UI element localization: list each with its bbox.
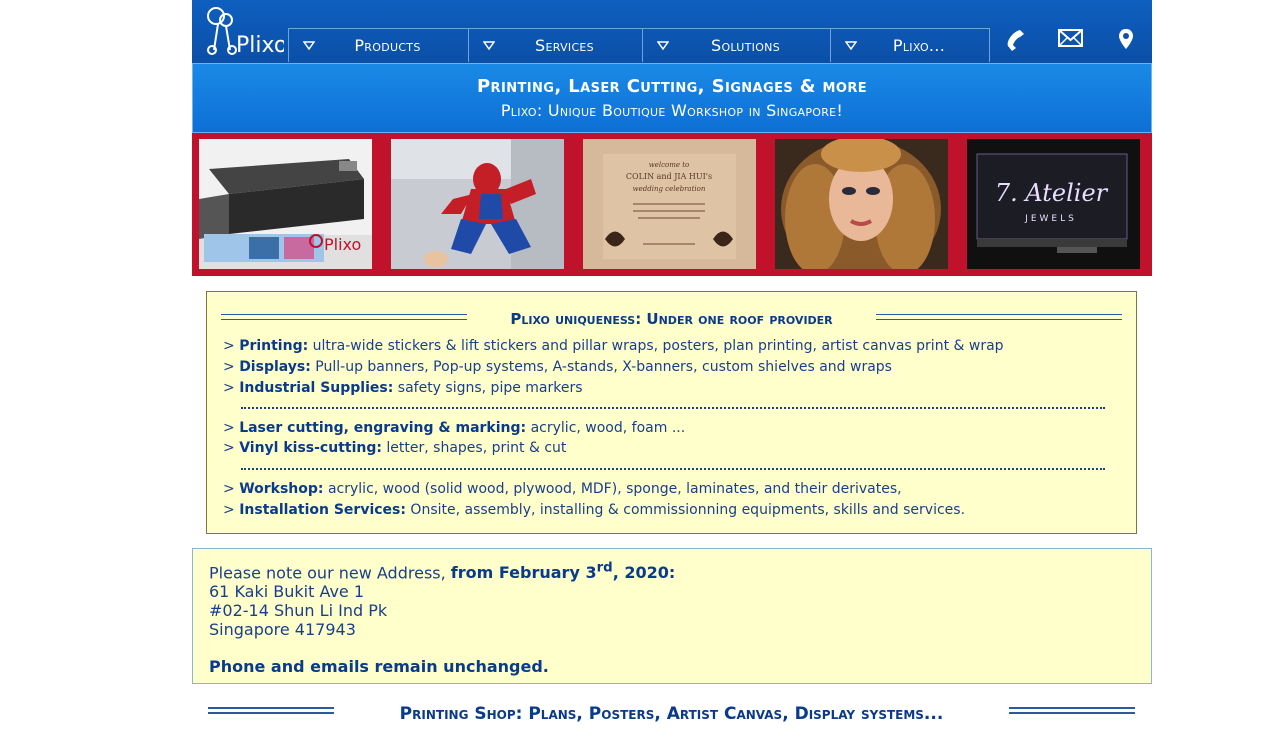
mail-icon[interactable] <box>1058 28 1084 48</box>
sign-line-tag: JEWELS <box>1024 214 1077 224</box>
chevron-down-icon <box>657 41 669 50</box>
chevron-down-icon <box>483 41 495 50</box>
address-intro: Please note our new Address, <box>209 563 446 583</box>
nav-item-plixo[interactable]: Plixo... <box>830 28 990 62</box>
bullet: > <box>223 359 235 375</box>
address-line-2: #02-14 Shun Li Ind Pk <box>209 601 388 620</box>
feature-title: Vinyl kiss-cutting: <box>239 440 382 456</box>
address-date-sup: rd <box>596 561 613 576</box>
feature-text: acrylic, wood (solid wood, plywood, MDF)… <box>327 481 902 497</box>
main-nav: Plixo Products Services Solutions Plixo.… <box>192 0 1152 63</box>
nav-item-label: Solutions <box>711 36 780 55</box>
feature-text: safety signs, pipe markers <box>397 380 583 396</box>
feature-item-installation: > Installation Services: Onsite, assembl… <box>223 502 965 518</box>
printing-shop-heading-text: Printing Shop: Plans, Posters, Artist Ca… <box>399 704 944 724</box>
feature-title: Industrial Supplies: <box>239 380 394 396</box>
page-wrapper: Plixo Products Services Solutions Plixo.… <box>192 0 1152 276</box>
bullet: > <box>223 440 235 456</box>
bullet: > <box>223 338 235 354</box>
chevron-down-icon <box>303 41 315 50</box>
address-date-suffix: , 2020: <box>612 563 676 583</box>
feature-item-laser: > Laser cutting, engraving & marking: ac… <box>223 420 685 436</box>
address-intro-line: Please note our new Address, from Februa… <box>209 561 675 582</box>
nav-item-products[interactable]: Products <box>288 28 468 62</box>
printer-photo-watermark: Plixo <box>324 235 361 254</box>
bullet: > <box>223 380 235 396</box>
feature-title: Printing: <box>239 338 309 354</box>
portrait-canvas-photo[interactable] <box>775 139 948 269</box>
location-icon[interactable] <box>1118 28 1134 50</box>
tagline-banner: Printing, Laser Cutting, Signages & more… <box>192 63 1152 133</box>
feature-item-printing: > Printing: ultra-wide stickers & lift s… <box>223 338 1004 354</box>
feature-text: letter, shapes, print & cut <box>386 440 567 456</box>
plixo-logo[interactable]: Plixo <box>204 4 284 58</box>
feature-title: Workshop: <box>239 481 324 497</box>
contact-note: Phone and emails remain unchanged. <box>209 657 549 676</box>
feature-item-industrial: > Industrial Supplies: safety signs, pip… <box>223 380 583 396</box>
uniqueness-box: Plixo uniqueness: Under one roof provide… <box>206 291 1137 534</box>
phone-icon[interactable] <box>1004 28 1030 52</box>
acrylic-sign-photo[interactable]: 7. Atelier JEWELS <box>967 139 1140 269</box>
dotted-divider <box>241 407 1105 409</box>
feature-item-workshop: > Workshop: acrylic, wood (solid wood, p… <box>223 481 902 497</box>
feature-text: ultra-wide stickers & lift stickers and … <box>312 338 1004 354</box>
nav-item-label: Products <box>354 36 421 55</box>
sign-line-brand: 7. Atelier <box>995 179 1109 207</box>
feature-item-displays: > Displays: Pull-up banners, Pop-up syst… <box>223 359 892 375</box>
engraving-line-celebration: wedding celebration <box>633 185 706 193</box>
chevron-down-icon <box>845 41 857 50</box>
address-notice-box: Please note our new Address, from Februa… <box>192 548 1152 684</box>
uniqueness-heading-text: Plixo uniqueness: Under one roof provide… <box>502 310 841 328</box>
bullet: > <box>223 420 235 436</box>
tagline-title: Printing, Laser Cutting, Signages & more <box>476 76 868 97</box>
feature-text: acrylic, wood, foam ... <box>530 420 686 436</box>
tagline-subtitle: Plixo: Unique Boutique Workshop in Singa… <box>500 101 844 120</box>
printing-shop-heading: Printing Shop: Plans, Posters, Artist Ca… <box>208 704 1135 726</box>
logo-wordmark: Plixo <box>236 33 284 58</box>
feature-item-vinyl: > Vinyl kiss-cutting: letter, shapes, pr… <box>223 440 566 456</box>
contact-note-text: Phone and emails remain unchanged. <box>209 657 549 676</box>
nav-item-solutions[interactable]: Solutions <box>642 28 830 62</box>
uniqueness-heading: Plixo uniqueness: Under one roof provide… <box>221 310 1122 330</box>
engraving-line-welcome: welcome to <box>649 161 690 169</box>
dotted-divider <box>241 468 1105 470</box>
address-line-3: Singapore 417943 <box>209 620 356 639</box>
feature-title: Installation Services: <box>239 502 406 518</box>
address-date: from February 3 <box>450 563 597 583</box>
bullet: > <box>223 481 235 497</box>
feature-title: Displays: <box>239 359 311 375</box>
wedding-engraving-photo[interactable]: welcome to COLIN and JIA HUI's wedding c… <box>583 139 756 269</box>
printer-photo[interactable]: Plixo <box>199 139 372 269</box>
nav-item-services[interactable]: Services <box>468 28 642 62</box>
bullet: > <box>223 502 235 518</box>
photo-gallery: Plixo welcome to COLIN and JIA HUI's wed… <box>192 133 1152 276</box>
feature-title: Laser cutting, engraving & marking: <box>239 420 527 436</box>
address-line-1: 61 Kaki Bukit Ave 1 <box>209 582 365 601</box>
feature-text: Pull-up banners, Pop-up systems, A-stand… <box>315 359 892 375</box>
feature-text: Onsite, assembly, installing & commissio… <box>410 502 966 518</box>
engraving-line-names: COLIN and JIA HUI's <box>626 172 712 181</box>
spiderman-cutout-photo[interactable] <box>391 139 564 269</box>
